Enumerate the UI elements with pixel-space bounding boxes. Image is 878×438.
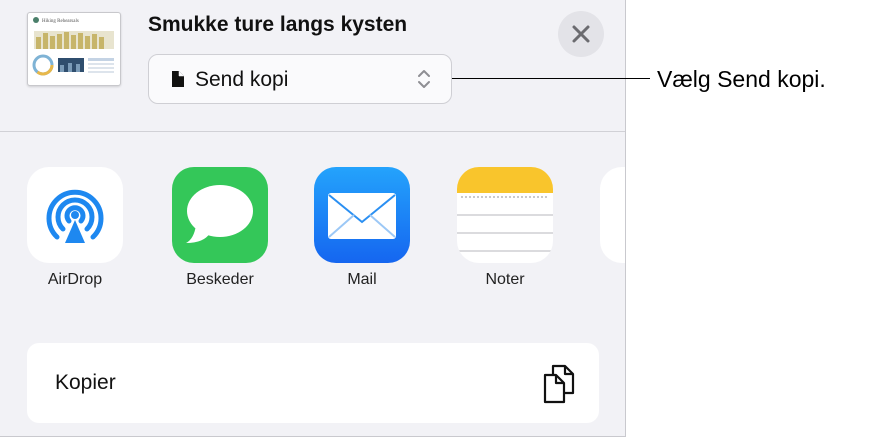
share-app-notes[interactable]: Noter [457, 167, 553, 288]
share-app-partial[interactable] [600, 167, 625, 263]
share-sheet: Hiking Rehearsals Smukke ture langs kyst… [0, 0, 626, 437]
app-label-mail: Mail [347, 271, 377, 288]
send-option-select[interactable]: Send kopi [148, 54, 452, 104]
document-title: Smukke ture langs kysten [148, 13, 408, 36]
callout-line [452, 78, 650, 79]
speech-bubble-icon [186, 185, 253, 243]
airdrop-app-icon [27, 167, 123, 263]
document-thumbnail: Hiking Rehearsals [27, 12, 121, 86]
thumbnail-title: Hiking Rehearsals [42, 19, 79, 24]
messages-app-icon [172, 167, 268, 263]
envelope-icon [328, 193, 396, 239]
document-icon [172, 71, 184, 87]
send-option-label: Send kopi [195, 68, 289, 91]
close-icon [572, 25, 590, 43]
thumbnail-preview: Hiking Rehearsals [32, 17, 114, 76]
app-label-notes: Noter [485, 271, 525, 288]
mail-app-icon [314, 167, 410, 263]
copy-action-label: Kopier [55, 371, 116, 394]
app-label-messages: Beskeder [186, 271, 254, 288]
share-app-messages[interactable]: Beskeder [172, 167, 268, 288]
share-app-airdrop[interactable]: AirDrop [27, 167, 123, 288]
notepad-icon [457, 167, 553, 252]
airdrop-icon [46, 189, 104, 243]
app-label-airdrop: AirDrop [47, 271, 103, 288]
share-app-mail[interactable]: Mail [314, 167, 410, 288]
share-sheet-header: Hiking Rehearsals Smukke ture langs kyst… [0, 0, 625, 132]
callout-text: Vælg Send kopi. [657, 66, 826, 92]
copy-action[interactable]: Kopier [27, 343, 599, 423]
close-button[interactable] [558, 11, 604, 57]
notes-app-icon [457, 167, 553, 263]
share-apps-row: AirDrop Beskeder Mail Noter [0, 131, 625, 331]
chevron-up-down-icon [418, 70, 430, 88]
copy-icon [543, 364, 575, 404]
